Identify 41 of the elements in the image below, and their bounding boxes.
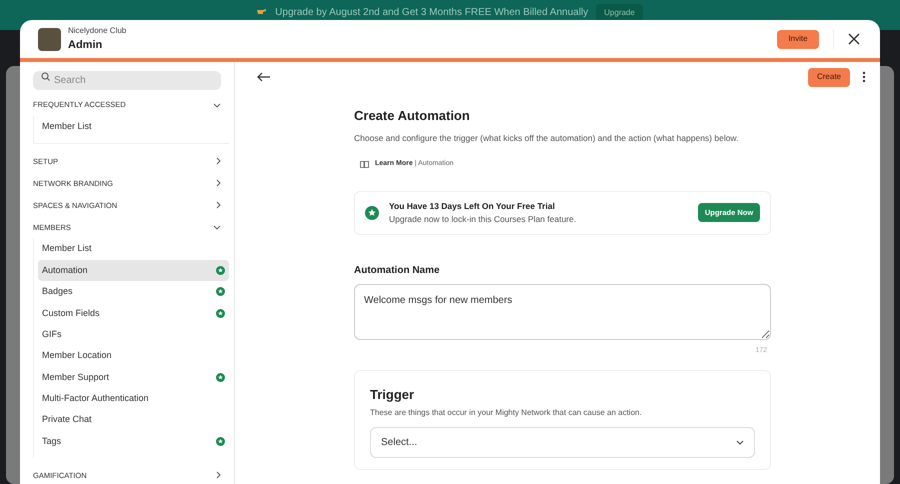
chevron-right-icon: [216, 157, 221, 166]
field-label: Automation Name: [354, 264, 441, 278]
trigger-title: Trigger: [370, 386, 416, 404]
network-name: Nicelydone Club: [68, 24, 126, 37]
create-button[interactable]: Create: [808, 68, 850, 86]
page-title: Create Automation: [354, 107, 471, 125]
admin-title: Admin: [68, 38, 104, 53]
chevron-down-icon: [736, 440, 744, 445]
sidebar-item[interactable]: Custom Fields: [38, 302, 229, 324]
trial-title: You Have 13 Days Left On Your Free Trial: [389, 200, 556, 213]
back-arrow-icon[interactable]: [257, 72, 271, 82]
sidebar-item[interactable]: GIFs: [38, 324, 229, 346]
page-description: Choose and configure the trigger (what kicks off the automation) and the action (what happens) below.: [354, 132, 740, 144]
invite-button[interactable]: Invite: [777, 30, 819, 48]
sidebar-item[interactable]: Member Location: [38, 345, 229, 367]
close-icon[interactable]: [848, 33, 860, 45]
network-photo-placeholder: [38, 28, 61, 50]
sidebar-item[interactable]: Member List: [38, 238, 229, 260]
search-field[interactable]: Search: [33, 71, 221, 90]
trial-subtitle: Upgrade now to lock-in this Courses Plan feature.: [389, 212, 578, 226]
more-options-icon[interactable]: [862, 71, 866, 83]
sidebar-item[interactable]: Tags: [38, 430, 229, 452]
sidebar-item[interactable]: Automation: [38, 260, 229, 282]
chevron-right-icon: [216, 179, 221, 188]
chevron-down-icon: [213, 224, 221, 230]
automation-name-field[interactable]: Welcome msgs for new members: [354, 284, 771, 340]
sidebar-item[interactable]: Multi-Factor Authentication: [38, 388, 229, 410]
sidebar-item[interactable]: Member Support: [38, 366, 229, 388]
pointing-hand-icon: [257, 7, 268, 15]
trigger-description: These are things that occur in your Mighty Network that can cause an action.: [370, 406, 643, 419]
chevron-down-icon: [213, 102, 221, 108]
chevron-right-icon: [216, 471, 221, 480]
search-icon: [41, 72, 50, 81]
trigger-select[interactable]: Select...: [370, 426, 755, 458]
star-badge-icon: [365, 206, 379, 220]
banner-text: Upgrade by August 2nd and Get 3 Months FREE When Billed Annually: [275, 6, 588, 20]
sidebar-item[interactable]: Member List: [38, 116, 229, 138]
sidebar-item[interactable]: Badges: [38, 281, 229, 303]
sidebar-item[interactable]: Private Chat: [38, 410, 229, 431]
book-icon: [360, 161, 369, 168]
chevron-right-icon: [216, 201, 221, 210]
